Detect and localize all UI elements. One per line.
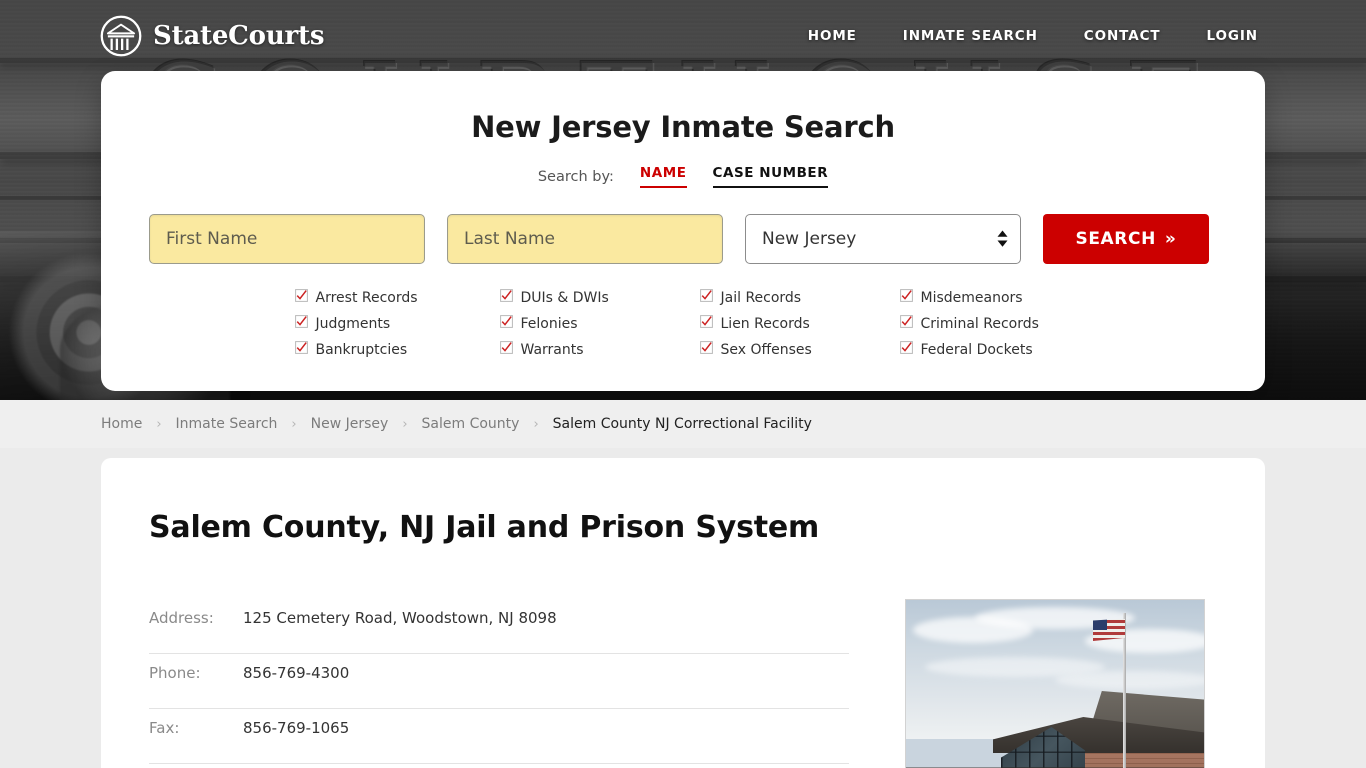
checked-checkbox-icon	[499, 341, 513, 358]
record-type-item[interactable]: Jail Records	[699, 289, 900, 306]
breadcrumb-item-new-jersey[interactable]: New Jersey	[311, 416, 389, 432]
state-select-wrapper: New Jersey	[745, 214, 1021, 264]
record-type-item[interactable]: Misdemeanors	[899, 289, 1100, 306]
brand-logo-link[interactable]: StateCourts	[100, 15, 324, 57]
checked-checkbox-icon	[899, 289, 913, 306]
breadcrumb-item-current: Salem County NJ Correctional Facility	[552, 416, 812, 432]
main-nav: HOME INMATE SEARCH CONTACT LOGIN	[808, 28, 1326, 44]
record-type-item[interactable]: Bankruptcies	[294, 341, 500, 358]
record-type-item[interactable]: Felonies	[499, 315, 700, 332]
breadcrumb-separator-icon: ›	[402, 416, 408, 432]
page-body: Salem County, NJ Jail and Prison System …	[0, 448, 1366, 768]
breadcrumb-separator-icon: ›	[291, 416, 297, 432]
nav-item-contact[interactable]: CONTACT	[1084, 28, 1161, 44]
record-type-label: DUIs & DWIs	[520, 289, 609, 306]
record-type-label: Criminal Records	[920, 315, 1039, 332]
nav-item-inmate-search[interactable]: INMATE SEARCH	[903, 28, 1038, 44]
table-row: Address: 125 Cemetery Road, Woodstown, N…	[149, 599, 849, 654]
record-type-label: Jail Records	[720, 289, 802, 306]
search-by-label: Search by:	[537, 169, 614, 185]
record-type-item[interactable]: Lien Records	[699, 315, 900, 332]
record-type-label: Felonies	[520, 315, 578, 332]
record-type-item[interactable]: Sex Offenses	[699, 341, 900, 358]
table-row: Phone: 856-769-4300	[149, 653, 849, 709]
nav-item-home[interactable]: HOME	[808, 28, 857, 44]
record-type-label: Sex Offenses	[720, 341, 812, 358]
first-name-input[interactable]	[149, 214, 425, 264]
record-type-item[interactable]: Federal Dockets	[899, 341, 1100, 358]
record-type-label: Lien Records	[720, 315, 810, 332]
facility-details-table: Address: 125 Cemetery Road, Woodstown, N…	[149, 599, 849, 768]
photo-border	[905, 599, 1205, 768]
record-type-label: Judgments	[315, 315, 391, 332]
search-button[interactable]: SEARCH »	[1043, 214, 1209, 264]
record-type-item[interactable]: DUIs & DWIs	[499, 289, 700, 306]
checked-checkbox-icon	[699, 315, 713, 332]
search-form: New Jersey SEARCH »	[149, 214, 1217, 264]
breadcrumb-separator-icon: ›	[156, 416, 162, 432]
record-type-label: Federal Dockets	[920, 341, 1033, 358]
record-type-label: Misdemeanors	[920, 289, 1023, 306]
search-button-label: SEARCH	[1075, 229, 1156, 249]
hero-section: COURTHOUSE StateCourts HOME INMATE SEARC…	[0, 0, 1366, 400]
table-row: Website: https://www.salemcountysheriff.…	[149, 764, 849, 768]
record-type-item[interactable]: Warrants	[499, 341, 700, 358]
page-title: Salem County, NJ Jail and Prison System	[149, 510, 820, 545]
last-name-input[interactable]	[447, 214, 723, 264]
facility-card: Salem County, NJ Jail and Prison System …	[101, 458, 1265, 768]
record-type-label: Arrest Records	[315, 289, 418, 306]
checked-checkbox-icon	[294, 341, 308, 358]
double-chevron-right-icon: »	[1164, 228, 1177, 249]
inmate-search-card: New Jersey Inmate Search Search by: NAME…	[101, 71, 1265, 391]
detail-label: Phone:	[149, 663, 201, 682]
state-select[interactable]: New Jersey	[745, 214, 1021, 264]
brand-name: StateCourts	[153, 21, 325, 51]
search-card-title: New Jersey Inmate Search	[471, 110, 895, 144]
checked-checkbox-icon	[699, 289, 713, 306]
breadcrumb-item-inmate-search[interactable]: Inmate Search	[176, 416, 278, 432]
detail-label: Website:	[149, 764, 243, 768]
detail-label: Address:	[149, 609, 214, 627]
checked-checkbox-icon	[899, 315, 913, 332]
checked-checkbox-icon	[499, 315, 513, 332]
breadcrumb-separator-icon: ›	[533, 416, 539, 432]
detail-label: Fax:	[149, 718, 180, 737]
search-by-row: Search by: NAME CASE NUMBER	[149, 165, 1217, 188]
record-types-list: Arrest Records DUIs & DWIs Jail Records …	[149, 289, 1217, 358]
top-navigation-bar: StateCourts HOME INMATE SEARCH CONTACT L…	[0, 0, 1366, 72]
record-type-item[interactable]: Criminal Records	[899, 315, 1100, 332]
tab-case-number[interactable]: CASE NUMBER	[712, 165, 829, 188]
detail-value-fax: 856-769-1065	[243, 718, 350, 737]
breadcrumb-item-home[interactable]: Home	[101, 416, 142, 432]
record-type-item[interactable]: Judgments	[294, 315, 500, 332]
facility-content: Address: 125 Cemetery Road, Woodstown, N…	[149, 599, 1217, 768]
checked-checkbox-icon	[294, 289, 308, 306]
checked-checkbox-icon	[899, 341, 913, 358]
facility-photo	[905, 599, 1205, 768]
table-row: Fax: 856-769-1065	[149, 708, 849, 764]
record-type-label: Warrants	[520, 341, 584, 358]
checked-checkbox-icon	[294, 315, 308, 332]
breadcrumb-item-salem-county[interactable]: Salem County	[422, 416, 520, 432]
record-type-label: Bankruptcies	[315, 341, 408, 358]
checked-checkbox-icon	[499, 289, 513, 306]
detail-value-phone: 856-769-4300	[243, 663, 350, 682]
record-type-item[interactable]: Arrest Records	[294, 289, 500, 306]
breadcrumb: Home › Inmate Search › New Jersey › Sale…	[0, 400, 1366, 448]
courthouse-circle-icon	[100, 15, 142, 57]
nav-item-login[interactable]: LOGIN	[1207, 28, 1259, 44]
tab-name[interactable]: NAME	[639, 165, 687, 188]
detail-value-address: 125 Cemetery Road, Woodstown, NJ 8098	[243, 609, 557, 627]
checked-checkbox-icon	[699, 341, 713, 358]
